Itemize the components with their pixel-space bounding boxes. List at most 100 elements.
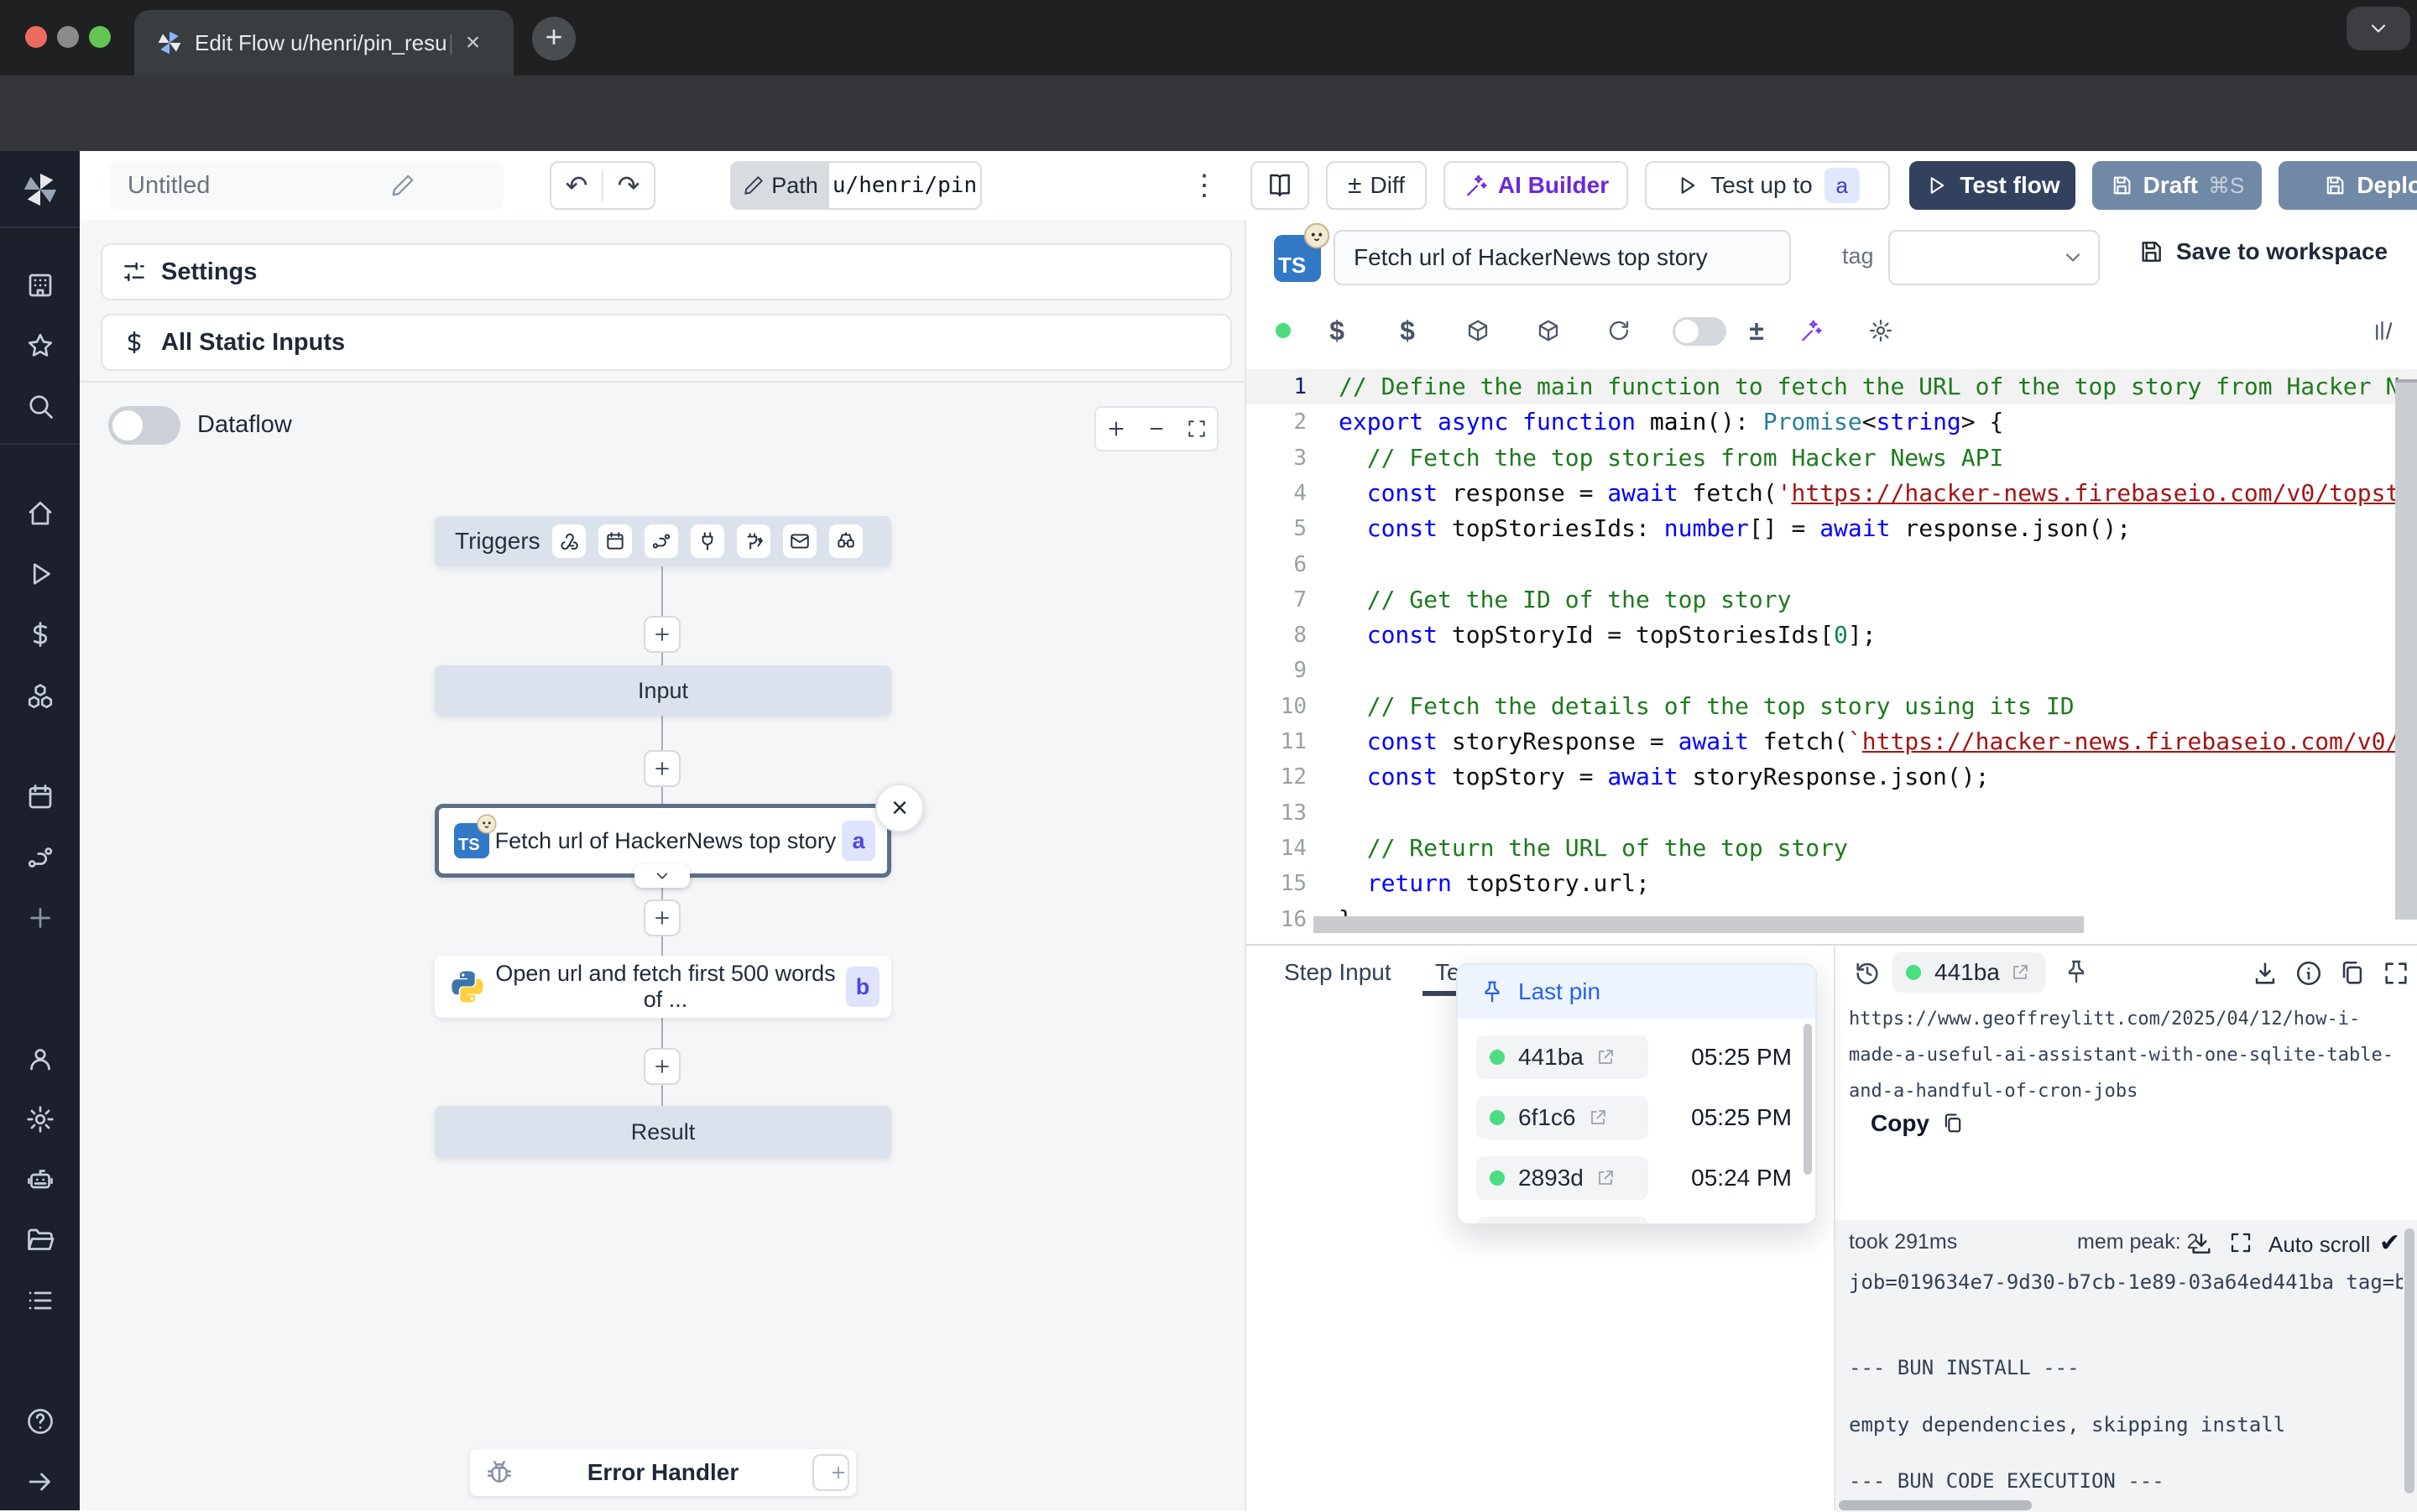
sidebar-item-user-icon[interactable] (0, 1035, 80, 1082)
code-line-3[interactable]: 3 // Fetch the top stories from Hacker N… (1246, 441, 2417, 476)
copy-clipboard-icon[interactable] (2338, 959, 2367, 988)
history-icon[interactable] (1851, 956, 1884, 989)
expand-icon[interactable] (2382, 959, 2410, 988)
job-badge[interactable]: 2893d (1476, 1156, 1648, 1200)
editor-toggle[interactable] (1673, 317, 1726, 346)
dataflow-toggle[interactable] (108, 406, 180, 445)
last-pin-option[interactable]: Last pin (1458, 965, 1817, 1019)
error-handler-node[interactable]: Error Handler (470, 1449, 856, 1496)
job-badge[interactable]: 6f1c6 (1476, 1096, 1648, 1139)
external-link-icon[interactable] (1595, 1047, 1616, 1067)
library-icon[interactable] (2367, 314, 2401, 347)
reset-icon[interactable] (1602, 314, 1636, 347)
tab-step-input[interactable]: Step Input (1284, 959, 1391, 986)
code-line-8[interactable]: 8 const topStoryId = topStoriesIds[0]; (1246, 618, 2417, 653)
poll-icon[interactable] (829, 524, 863, 558)
windmill-logo-icon[interactable] (0, 164, 80, 215)
email-icon[interactable] (783, 524, 817, 558)
step-summary-input[interactable]: Fetch url of HackerNews top story (1334, 230, 1791, 285)
external-link-icon[interactable] (1595, 1168, 1616, 1188)
zoom-in-icon[interactable] (1105, 418, 1127, 440)
variables-icon[interactable]: $ (1320, 314, 1354, 347)
redo-button[interactable]: ↷ (603, 169, 654, 201)
sidebar-item-logs-icon[interactable] (0, 1277, 80, 1324)
diff-button[interactable]: ±Diff (1326, 161, 1427, 210)
code-line-9[interactable]: 9 (1246, 653, 2417, 688)
editor-vertical-scrollbar[interactable] (2395, 379, 2417, 920)
sidebar-item-runs-icon[interactable] (0, 550, 80, 597)
more-options-kebab-icon[interactable]: ⋮ (1188, 163, 1221, 208)
add-error-handler-button[interactable] (812, 1454, 849, 1491)
auto-scroll-checkbox[interactable]: ✔ (2379, 1228, 2400, 1258)
all-static-inputs-card[interactable]: All Static Inputs (101, 314, 1232, 371)
add-step-button[interactable] (644, 750, 681, 787)
download-logs-icon[interactable] (2188, 1230, 2215, 1257)
copy-button[interactable]: Copy (1871, 1110, 1965, 1137)
collapse-step-chevron-button[interactable] (634, 864, 690, 888)
code-line-1[interactable]: 1// Define the main function to fetch th… (1246, 369, 2417, 404)
package-lock-icon[interactable] (1532, 314, 1565, 347)
code-line-11[interactable]: 11 const storyResponse = await fetch(`ht… (1246, 724, 2417, 759)
webhook-icon[interactable] (552, 524, 586, 558)
sidebar-item-home-icon[interactable] (0, 490, 80, 537)
code-line-12[interactable]: 12 const topStory = await storyResponse.… (1246, 759, 2417, 795)
code-editor[interactable]: 1// Define the main function to fetch th… (1246, 361, 2417, 941)
browser-tab[interactable]: Edit Flow u/henri/pin_results | × (134, 10, 514, 76)
path-control[interactable]: Path u/henri/pin (730, 161, 982, 210)
triggers-node[interactable]: Triggers (435, 516, 891, 566)
code-line-2[interactable]: 2export async function main(): Promise<s… (1246, 404, 2417, 440)
code-line-15[interactable]: 15 return topStory.url; (1246, 866, 2417, 901)
code-line-13[interactable]: 13 (1246, 795, 2417, 831)
pin-icon[interactable] (2060, 956, 2092, 988)
sidebar-item-flows-icon[interactable] (0, 834, 80, 881)
step-node-b[interactable]: Open url and fetch first 500 words of ..… (435, 956, 891, 1018)
diff-icon[interactable]: ± (1740, 314, 1773, 347)
new-tab-button[interactable]: + (532, 17, 576, 60)
test-up-to-button[interactable]: Test up to a (1645, 161, 1890, 210)
log-horizontal-scrollbar[interactable] (1839, 1500, 2032, 1510)
pin-history-item[interactable]: 2893d05:24 PM (1458, 1153, 1817, 1203)
job-badge[interactable]: 441ba (1892, 952, 2045, 993)
job-badge[interactable]: 441ba (1476, 1035, 1648, 1079)
external-link-icon[interactable] (1588, 1108, 1608, 1128)
sidebar-item-variables-icon[interactable] (0, 611, 80, 658)
sidebar-item-help-icon[interactable] (0, 1398, 80, 1445)
window-minimize-button[interactable] (57, 26, 79, 48)
pin-history-item[interactable]: 6f1c605:25 PM (1458, 1092, 1817, 1143)
info-icon[interactable] (2294, 959, 2323, 988)
tab-search-chevron-button[interactable] (2347, 7, 2410, 50)
pin-history-item[interactable]: 1e4ab05:21 PM (1458, 1213, 1817, 1225)
add-step-button[interactable] (644, 1048, 681, 1085)
window-close-button[interactable] (25, 26, 47, 48)
sidebar-item-ai-icon[interactable] (0, 1156, 80, 1203)
settings-card[interactable]: Settings (101, 243, 1232, 300)
ai-assistant-wand-icon[interactable] (1793, 314, 1827, 347)
save-to-workspace-button[interactable]: Save to workspace (2138, 238, 2388, 265)
input-node[interactable]: Input (435, 665, 891, 716)
deploy-button[interactable]: Deploy (2279, 161, 2417, 210)
schedule-icon[interactable] (598, 524, 632, 558)
route-icon[interactable] (645, 524, 678, 558)
docs-button[interactable] (1250, 161, 1309, 210)
sidebar-item-favorites-icon[interactable] (0, 322, 80, 369)
flow-summary-field[interactable]: Untitled (109, 161, 504, 210)
download-icon[interactable] (2251, 959, 2279, 988)
sidebar-item-folders-icon[interactable] (0, 1217, 80, 1264)
code-line-4[interactable]: 4 const response = await fetch('https://… (1246, 476, 2417, 511)
window-zoom-button[interactable] (89, 26, 111, 48)
tag-select[interactable] (1888, 230, 2100, 285)
expand-logs-icon[interactable] (2228, 1230, 2253, 1255)
sidebar-item-schedules-icon[interactable] (0, 774, 80, 821)
ai-builder-button[interactable]: AI Builder (1443, 161, 1628, 210)
sidebar-item-resources-icon[interactable] (0, 673, 80, 720)
editor-settings-gear-icon[interactable] (1864, 314, 1898, 347)
package-icon[interactable] (1461, 314, 1495, 347)
zoom-out-icon[interactable] (1146, 418, 1167, 440)
editor-horizontal-scrollbar[interactable] (1313, 916, 2084, 933)
result-node[interactable]: Result (435, 1106, 891, 1158)
fit-view-icon[interactable] (1186, 418, 1208, 440)
job-badge[interactable]: 1e4ab (1476, 1217, 1648, 1225)
sidebar-item-settings-icon[interactable] (0, 1096, 80, 1143)
sidebar-item-workspace-icon[interactable] (0, 262, 80, 309)
plug-zap-icon[interactable] (737, 524, 770, 558)
